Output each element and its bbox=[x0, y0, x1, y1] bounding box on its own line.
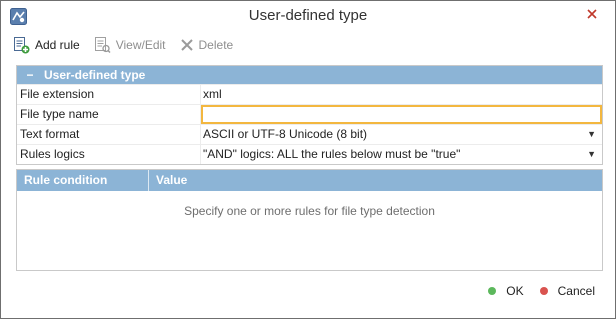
delete-icon bbox=[180, 38, 194, 52]
collapse-icon[interactable]: − bbox=[21, 68, 39, 82]
file-type-name-input[interactable] bbox=[201, 105, 602, 124]
rules-logics-dropdown[interactable]: "AND" logics: ALL the rules below must b… bbox=[201, 145, 602, 164]
window-title: User-defined type bbox=[248, 7, 368, 24]
column-header-rule-condition[interactable]: Rule condition bbox=[17, 170, 149, 191]
text-format-value: ASCII or UTF-8 Unicode (8 bit) bbox=[203, 127, 368, 141]
delete-label: Delete bbox=[198, 38, 234, 52]
property-name: Rules logics bbox=[17, 145, 201, 164]
property-name: File type name bbox=[17, 105, 201, 124]
view-edit-button[interactable]: View/Edit bbox=[94, 36, 166, 54]
add-rule-label: Add rule bbox=[35, 38, 80, 52]
rules-logics-value: "AND" logics: ALL the rules below must b… bbox=[203, 147, 461, 161]
close-icon bbox=[587, 8, 597, 22]
property-row-file-extension[interactable]: File extension xml bbox=[17, 84, 602, 104]
view-edit-icon bbox=[94, 36, 111, 54]
add-rule-icon bbox=[13, 36, 30, 54]
properties-grid: − User-defined type File extension xml F… bbox=[16, 65, 603, 165]
property-row-file-type-name[interactable]: File type name bbox=[17, 104, 602, 124]
ok-label: OK bbox=[506, 284, 524, 298]
close-button[interactable] bbox=[581, 5, 603, 25]
property-row-rules-logics[interactable]: Rules logics "AND" logics: ALL the rules… bbox=[17, 144, 602, 164]
property-name: Text format bbox=[17, 125, 201, 144]
property-row-text-format[interactable]: Text format ASCII or UTF-8 Unicode (8 bi… bbox=[17, 124, 602, 144]
view-edit-label: View/Edit bbox=[115, 38, 166, 52]
text-format-dropdown[interactable]: ASCII or UTF-8 Unicode (8 bit) ▼ bbox=[201, 125, 602, 144]
property-value[interactable] bbox=[201, 105, 602, 124]
ok-dot-icon bbox=[488, 287, 497, 295]
cancel-dot-icon bbox=[539, 287, 548, 295]
property-value[interactable]: xml bbox=[201, 85, 602, 104]
dialog-window: User-defined type Add rule View/Edit Del… bbox=[0, 0, 616, 319]
rules-table: Rule condition Value Specify one or more… bbox=[16, 169, 603, 271]
dropdown-arrow-icon[interactable]: ▼ bbox=[587, 125, 596, 144]
empty-rules-message: Specify one or more rules for file type … bbox=[184, 204, 435, 218]
property-name: File extension bbox=[17, 85, 201, 104]
delete-button[interactable]: Delete bbox=[180, 38, 234, 52]
rules-table-header: Rule condition Value bbox=[17, 170, 602, 191]
title-bar: User-defined type bbox=[1, 1, 615, 32]
column-header-value[interactable]: Value bbox=[149, 170, 602, 191]
ok-button[interactable]: OK bbox=[488, 284, 524, 298]
group-header[interactable]: − User-defined type bbox=[17, 66, 602, 84]
file-extension-value: xml bbox=[203, 87, 222, 101]
add-rule-button[interactable]: Add rule bbox=[13, 36, 80, 54]
dialog-footer: OK Cancel bbox=[472, 284, 595, 298]
cancel-button[interactable]: Cancel bbox=[539, 284, 595, 298]
group-title: User-defined type bbox=[44, 68, 146, 82]
toolbar: Add rule View/Edit Delete bbox=[13, 35, 247, 55]
cancel-label: Cancel bbox=[557, 284, 595, 298]
dropdown-arrow-icon[interactable]: ▼ bbox=[587, 145, 596, 164]
